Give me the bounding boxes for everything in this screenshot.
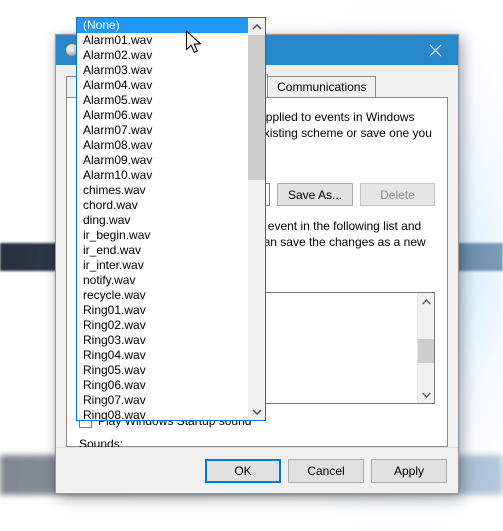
dropdown-item[interactable]: Alarm05.wav xyxy=(77,93,248,108)
dropdown-item[interactable]: Alarm04.wav xyxy=(77,78,248,93)
sounds-dropdown-list[interactable]: (None) Alarm01.wav Alarm02.wav Alarm03.wav A… xyxy=(77,18,248,420)
dialog-footer: OK Cancel Apply xyxy=(56,447,458,493)
delete-button[interactable]: Delete xyxy=(360,183,435,206)
ok-button[interactable]: OK xyxy=(205,458,281,483)
scrollbar-thumb[interactable] xyxy=(418,339,434,363)
cancel-button[interactable]: Cancel xyxy=(288,458,364,483)
scroll-down-icon[interactable] xyxy=(248,403,265,420)
dropdown-item[interactable]: Ring04.wav xyxy=(77,348,248,363)
dropdown-item[interactable]: chord.wav xyxy=(77,198,248,213)
apply-button[interactable]: Apply xyxy=(371,458,447,483)
dropdown-item[interactable]: recycle.wav xyxy=(77,288,248,303)
dropdown-item[interactable]: notify.wav xyxy=(77,273,248,288)
save-as-button[interactable]: Save As... xyxy=(276,183,353,206)
dropdown-item[interactable]: Alarm07.wav xyxy=(77,123,248,138)
program-events-scrollbar[interactable] xyxy=(417,293,434,403)
dropdown-item[interactable]: Ring06.wav xyxy=(77,378,248,393)
sounds-dropdown-scrollbar[interactable] xyxy=(248,18,265,420)
scrollbar-thumb[interactable] xyxy=(248,35,265,180)
scroll-down-icon[interactable] xyxy=(418,386,434,403)
dropdown-item[interactable]: chimes.wav xyxy=(77,183,248,198)
dropdown-item[interactable]: Ring05.wav xyxy=(77,363,248,378)
dropdown-item[interactable]: ir_inter.wav xyxy=(77,258,248,273)
dropdown-item[interactable]: Alarm03.wav xyxy=(77,63,248,78)
sounds-dropdown-popup[interactable]: (None) Alarm01.wav Alarm02.wav Alarm03.wav A… xyxy=(76,17,266,421)
dropdown-item[interactable]: Alarm06.wav xyxy=(77,108,248,123)
dropdown-item[interactable]: Ring01.wav xyxy=(77,303,248,318)
dropdown-item[interactable]: Alarm01.wav xyxy=(77,33,248,48)
dropdown-item[interactable]: Ring03.wav xyxy=(77,333,248,348)
scroll-up-icon[interactable] xyxy=(418,293,434,310)
scroll-up-icon[interactable] xyxy=(248,18,265,35)
close-icon[interactable] xyxy=(412,35,458,65)
dropdown-item[interactable]: Alarm09.wav xyxy=(77,153,248,168)
dropdown-item[interactable]: ir_begin.wav xyxy=(77,228,248,243)
dropdown-item[interactable]: Ring07.wav xyxy=(77,393,248,408)
dropdown-item[interactable]: Alarm08.wav xyxy=(77,138,248,153)
dropdown-item[interactable]: (None) xyxy=(77,18,248,33)
dropdown-item[interactable]: Ring08.wav xyxy=(77,408,248,420)
dropdown-item[interactable]: ding.wav xyxy=(77,213,248,228)
dropdown-item[interactable]: Ring02.wav xyxy=(77,318,248,333)
dropdown-item[interactable]: Alarm10.wav xyxy=(77,168,248,183)
dropdown-item[interactable]: Alarm02.wav xyxy=(77,48,248,63)
tab-communications[interactable]: Communications xyxy=(267,76,377,97)
dropdown-item[interactable]: ir_end.wav xyxy=(77,243,248,258)
